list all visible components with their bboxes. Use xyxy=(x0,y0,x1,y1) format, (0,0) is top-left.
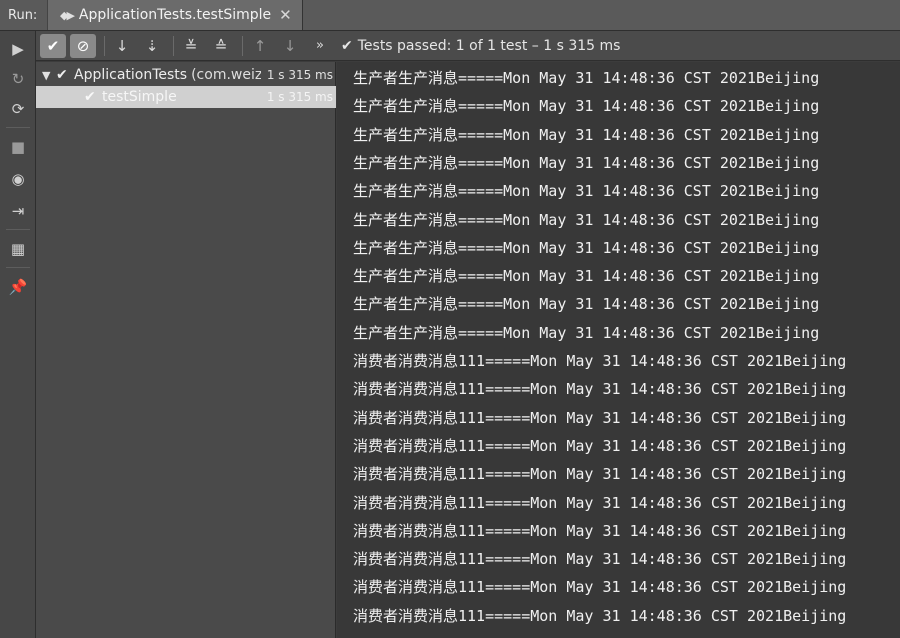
tab-application-tests[interactable]: ◆▶ ApplicationTests.testSimple ✕ xyxy=(48,0,303,30)
more-actions-icon[interactable]: » xyxy=(307,34,333,58)
console-output[interactable]: 生产者生产消息=====Mon May 31 14:48:36 CST 2021… xyxy=(337,62,900,638)
toolbar-divider xyxy=(242,35,243,56)
check-icon: ✔ xyxy=(56,67,68,83)
console-line: 生产者生产消息=====Mon May 31 14:48:36 CST 2021… xyxy=(353,238,820,257)
test-duration: 1 s 315 ms xyxy=(266,90,333,104)
check-icon: ✔ xyxy=(84,89,96,105)
run-label: Run: xyxy=(0,0,48,30)
export-icon[interactable]: ◉ xyxy=(6,167,30,191)
rail-divider xyxy=(6,127,30,128)
run-tab-bar: Run: ◆▶ ApplicationTests.testSimple ✕ xyxy=(0,0,900,31)
sort-by-duration-icon[interactable]: ⇣ xyxy=(139,34,165,58)
console-line: 消费者消费消息111=====Mon May 31 14:48:36 CST 2… xyxy=(353,408,847,427)
console-line: 生产者生产消息=====Mon May 31 14:48:36 CST 2021… xyxy=(353,153,820,172)
console-line: 生产者生产消息=====Mon May 31 14:48:36 CST 2021… xyxy=(353,323,820,342)
test-method-name: testSimple xyxy=(102,89,177,105)
check-icon: ✔ xyxy=(341,37,353,54)
expand-triangle-icon[interactable]: ▼ xyxy=(42,69,56,82)
test-status-text: Tests passed: 1 of 1 test – 1 s 315 ms xyxy=(357,37,621,54)
rerun-icon[interactable]: ▶ xyxy=(6,37,30,61)
rerun-failed-icon[interactable]: ↻ xyxy=(6,67,30,91)
show-ignored-icon[interactable]: ⊘ xyxy=(70,33,96,58)
toggle-auto-test-icon[interactable]: ⟳ xyxy=(6,97,30,121)
test-class-package: (com.weiz xyxy=(191,67,262,83)
tree-row-application-tests[interactable]: ▼ ✔ ApplicationTests (com.weiz 1 s 315 m… xyxy=(36,64,336,86)
test-class-name: ApplicationTests xyxy=(74,67,188,83)
console-line: 生产者生产消息=====Mon May 31 14:48:36 CST 2021… xyxy=(353,125,820,144)
console-line: 消费者消费消息111=====Mon May 31 14:48:36 CST 2… xyxy=(353,493,847,512)
previous-failed-icon[interactable]: ↑ xyxy=(247,34,273,58)
show-passed-icon[interactable]: ✔ xyxy=(40,33,66,58)
sort-alphabetically-icon[interactable]: ↓ xyxy=(109,34,135,58)
test-status: ✔ Tests passed: 1 of 1 test – 1 s 315 ms xyxy=(341,38,620,54)
console-line: 消费者消费消息111=====Mon May 31 14:48:36 CST 2… xyxy=(353,578,847,597)
console-line: 消费者消费消息111=====Mon May 31 14:48:36 CST 2… xyxy=(353,550,847,569)
next-failed-icon[interactable]: ↓ xyxy=(277,34,303,58)
console-line: 生产者生产消息=====Mon May 31 14:48:36 CST 2021… xyxy=(353,267,820,286)
collapse-all-icon[interactable]: ≙ xyxy=(208,34,234,58)
junit-config-icon: ◆▶ xyxy=(60,8,75,22)
console-line: 生产者生产消息=====Mon May 31 14:48:36 CST 2021… xyxy=(353,182,820,201)
console-line: 消费者消费消息111=====Mon May 31 14:48:36 CST 2… xyxy=(353,380,847,399)
test-tree: ▼ ✔ ApplicationTests (com.weiz 1 s 315 m… xyxy=(36,62,336,638)
console-line: 生产者生产消息=====Mon May 31 14:48:36 CST 2021… xyxy=(353,97,820,116)
console-line: 消费者消费消息111=====Mon May 31 14:48:36 CST 2… xyxy=(353,436,847,455)
console-line: 生产者生产消息=====Mon May 31 14:48:36 CST 2021… xyxy=(353,295,820,314)
toolbar-divider xyxy=(173,35,174,56)
tab-title: ApplicationTests.testSimple xyxy=(78,7,272,23)
console-line: 生产者生产消息=====Mon May 31 14:48:36 CST 2021… xyxy=(353,69,820,87)
run-side-toolbar: ▶ ↻ ⟳ ■ ◉ ⇥ ▦ 📌 xyxy=(0,31,36,638)
console-line: 消费者消费消息111=====Mon May 31 14:48:36 CST 2… xyxy=(353,606,847,625)
console-line: 消费者消费消息111=====Mon May 31 14:48:36 CST 2… xyxy=(353,352,847,370)
console-line: 生产者生产消息=====Mon May 31 14:48:36 CST 2021… xyxy=(353,210,820,229)
tree-row-test-simple[interactable]: ✔ testSimple 1 s 315 ms xyxy=(36,86,336,108)
import-icon[interactable]: ⇥ xyxy=(6,199,30,223)
console-line: 消费者消费消息111=====Mon May 31 14:48:36 CST 2… xyxy=(353,521,847,540)
stop-icon[interactable]: ■ xyxy=(6,135,30,159)
expand-all-icon[interactable]: ≚ xyxy=(178,34,204,58)
test-runner-toolbar: ✔ ⊘ ↓ ⇣ ≚ ≙ ↑ ↓ » ✔ Tests passed: 1 of 1… xyxy=(36,31,900,61)
layout-icon[interactable]: ▦ xyxy=(6,237,30,261)
rail-divider xyxy=(6,229,30,230)
console-line: 消费者消费消息111=====Mon May 31 14:48:36 CST 2… xyxy=(353,465,847,484)
toolbar-divider xyxy=(104,35,105,56)
close-icon[interactable]: ✕ xyxy=(279,6,292,24)
test-duration: 1 s 315 ms xyxy=(266,68,333,82)
rail-divider xyxy=(6,267,30,268)
pin-icon[interactable]: 📌 xyxy=(6,275,30,299)
